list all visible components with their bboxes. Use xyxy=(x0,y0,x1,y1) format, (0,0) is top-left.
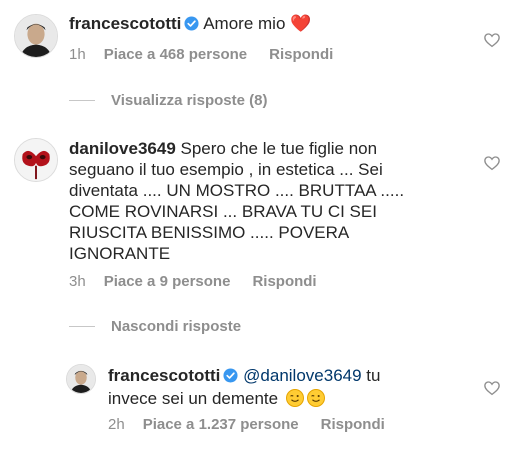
avatar[interactable] xyxy=(14,14,58,58)
heart-outline-icon xyxy=(484,156,500,171)
avatar[interactable] xyxy=(14,138,58,182)
comment-meta: 1h Piace a 468 persone Rispondi xyxy=(69,46,355,63)
verified-badge-icon xyxy=(184,15,199,36)
heart-outline-icon xyxy=(484,33,500,48)
toggle-divider xyxy=(69,326,95,327)
reply-meta: 2h Piace a 1.237 persone Rispondi xyxy=(108,416,407,433)
hide-replies-toggle[interactable]: Nascondi risposte xyxy=(69,318,241,335)
profile-avatar-image xyxy=(15,15,57,57)
likes-count-link[interactable]: Piace a 1.237 persone xyxy=(143,416,299,433)
reply-button[interactable]: Rispondi xyxy=(269,46,333,63)
comment-username[interactable]: danilove3649 xyxy=(69,139,176,158)
mention-link[interactable]: @danilove3649 xyxy=(243,366,361,385)
comment-meta: 3h Piace a 9 persone Rispondi xyxy=(69,273,339,290)
heart-outline-icon xyxy=(484,381,500,396)
comment-username[interactable]: francescototti xyxy=(69,14,181,33)
reply-button[interactable]: Rispondi xyxy=(321,416,385,433)
comment-body: danilove3649 Spero che le tue figlie non… xyxy=(69,138,409,264)
toggle-divider xyxy=(69,100,95,101)
hide-replies-label: Nascondi risposte xyxy=(111,318,242,335)
view-replies-toggle[interactable]: Visualizza risposte (8) xyxy=(69,92,267,109)
comment-time: 3h xyxy=(69,273,86,290)
avatar[interactable] xyxy=(66,364,96,394)
like-button[interactable] xyxy=(483,379,501,402)
reply-time: 2h xyxy=(108,416,125,433)
comment-time: 1h xyxy=(69,46,86,63)
profile-avatar-image xyxy=(67,365,95,393)
winking-face-emoji xyxy=(285,389,304,407)
likes-count-link[interactable]: Piace a 468 persone xyxy=(104,46,247,63)
like-button[interactable] xyxy=(483,154,501,177)
comment-body: francescototti Amore mio ❤️ xyxy=(69,13,469,36)
verified-badge-icon xyxy=(223,367,238,388)
likes-count-link[interactable]: Piace a 9 persone xyxy=(104,273,231,290)
comment-text: Amore mio xyxy=(203,14,286,33)
reply-username[interactable]: francescototti xyxy=(108,366,220,385)
red-heart-emoji: ❤️ xyxy=(290,14,312,33)
red-mask-avatar xyxy=(15,139,57,181)
reply-button[interactable]: Rispondi xyxy=(252,273,316,290)
view-replies-label: Visualizza risposte (8) xyxy=(111,92,268,109)
winking-face-emoji xyxy=(306,389,325,407)
like-button[interactable] xyxy=(483,31,501,54)
reply-body: francescototti @danilove3649 tu invece s… xyxy=(108,365,408,409)
